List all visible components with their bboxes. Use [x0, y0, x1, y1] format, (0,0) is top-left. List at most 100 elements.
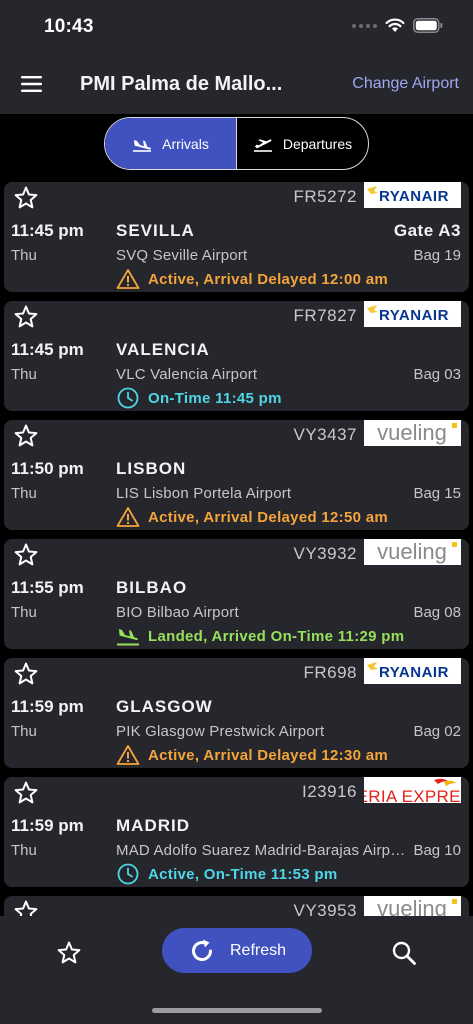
favorite-star-icon[interactable]	[13, 304, 39, 330]
baggage-belt: Bag 10	[413, 842, 461, 859]
refresh-label: Refresh	[229, 941, 287, 959]
favorite-star-icon[interactable]	[13, 185, 39, 211]
battery-icon	[413, 18, 443, 33]
signal-icon	[352, 23, 377, 28]
origin-airport: VLC Valencia Airport	[116, 366, 258, 383]
favorite-star-icon[interactable]	[13, 899, 39, 916]
flight-number: VY3953	[293, 901, 357, 916]
day: Thu	[11, 842, 37, 859]
flight-status-text: On-Time 11:45 pm	[148, 389, 282, 407]
flight-card[interactable]: FR698 RYANAIR 11:59 pm GLASGOW Thu PIK G…	[4, 658, 469, 768]
flight-number: FR5272	[293, 187, 357, 206]
warning-icon	[116, 269, 140, 289]
flight-card[interactable]: I23916 IBERIA EXPRESS 11:59 pm MADRID Th…	[4, 777, 469, 887]
origin-city: LISBON	[116, 459, 187, 478]
plane-arrival-icon	[133, 139, 152, 152]
airline-name: vueling	[377, 420, 447, 445]
warning-icon	[116, 745, 140, 765]
clock-icon	[117, 387, 139, 409]
clock-icon	[117, 863, 139, 885]
origin-airport: BIO Bilbao Airport	[116, 604, 239, 621]
flight-number: FR7827	[293, 306, 357, 325]
origin-airport: LIS Lisbon Portela Airport	[116, 485, 292, 502]
airline-name: RYANAIR	[379, 307, 449, 324]
airline-logo: vueling	[364, 420, 461, 446]
airline-logo: vueling	[364, 896, 461, 916]
airline-logo: IBERIA EXPRESS	[364, 777, 461, 803]
baggage-belt: Bag 03	[413, 366, 461, 383]
baggage-belt: Bag 02	[413, 723, 461, 740]
scheduled-time: 11:59 pm	[11, 816, 84, 835]
airline-logo: RYANAIR	[364, 301, 461, 327]
refresh-button[interactable]: Refresh	[162, 928, 312, 973]
favorite-star-icon[interactable]	[13, 542, 39, 568]
flight-card[interactable]: VY3953 vueling	[4, 896, 469, 916]
baggage-belt: Bag 19	[413, 247, 461, 264]
baggage-belt: Bag 15	[413, 485, 461, 502]
baggage-belt: Bag 08	[413, 604, 461, 621]
origin-city: VALENCIA	[116, 340, 210, 359]
flight-status-text: Landed, Arrived On-Time 11:29 pm	[148, 627, 405, 645]
day: Thu	[11, 366, 37, 383]
warning-icon	[116, 507, 140, 527]
flight-status: Active, Arrival Delayed 12:50 am	[116, 506, 388, 528]
airline-name: RYANAIR	[379, 664, 449, 681]
search-icon[interactable]	[391, 940, 417, 966]
origin-city: SEVILLA	[116, 221, 195, 240]
day: Thu	[11, 723, 37, 740]
flight-card[interactable]: VY3437 vueling 11:50 pm LISBON Thu LIS L…	[4, 420, 469, 530]
status-time: 10:43	[44, 16, 94, 37]
flight-status-text: Active, Arrival Delayed 12:00 am	[148, 270, 389, 288]
page-title: PMI Palma de Mallo...	[80, 73, 283, 95]
flight-number: I23916	[302, 782, 357, 801]
flight-number: VY3437	[293, 425, 357, 444]
flight-status: Active, Arrival Delayed 12:00 am	[116, 268, 388, 290]
tab-arrivals[interactable]: Arrivals	[105, 118, 236, 169]
plane-departure-icon	[253, 138, 272, 152]
gate: Gate A3	[393, 221, 461, 240]
day: Thu	[11, 485, 37, 502]
airline-logo: vueling	[364, 539, 461, 565]
favorite-star-icon[interactable]	[13, 423, 39, 449]
bottom-tab-bar: Refresh	[0, 916, 473, 1024]
airline-name: vueling	[377, 539, 447, 564]
arrivals-departures-toggle: Arrivals Departures	[104, 117, 369, 170]
flight-card[interactable]: FR7827 RYANAIR 11:45 pm VALENCIA Thu VLC…	[4, 301, 469, 411]
tab-arrivals-label: Arrivals	[162, 135, 209, 152]
favorite-star-icon[interactable]	[13, 661, 39, 687]
scheduled-time: 11:45 pm	[11, 221, 84, 240]
day: Thu	[11, 247, 37, 264]
flight-number: FR698	[303, 663, 357, 682]
airline-name: vueling	[377, 896, 447, 916]
flight-list[interactable]: FR5272 RYANAIR 11:45 pm SEVILLA Gate A3 …	[4, 180, 469, 916]
flight-status: Active, On-Time 11:53 pm	[116, 863, 338, 885]
tab-departures[interactable]: Departures	[236, 118, 368, 169]
origin-airport: SVQ Seville Airport	[116, 247, 248, 264]
home-indicator	[152, 1008, 322, 1013]
change-airport-button[interactable]: Change Airport	[352, 75, 459, 93]
flight-status: On-Time 11:45 pm	[116, 387, 282, 409]
origin-city: MADRID	[116, 816, 190, 835]
flight-card[interactable]: FR5272 RYANAIR 11:45 pm SEVILLA Gate A3 …	[4, 182, 469, 292]
status-icons	[352, 18, 443, 33]
favorites-star-icon[interactable]	[56, 940, 82, 966]
airline-logo: RYANAIR	[364, 182, 461, 208]
app-header: PMI Palma de Mallo... Change Airport	[0, 54, 473, 114]
scheduled-time: 11:45 pm	[11, 340, 84, 359]
origin-airport: PIK Glasgow Prestwick Airport	[116, 723, 325, 740]
airline-name: RYANAIR	[379, 188, 449, 205]
refresh-icon	[192, 939, 212, 961]
flight-status-text: Active, Arrival Delayed 12:50 am	[148, 508, 389, 526]
flight-card[interactable]: VY3932 vueling 11:55 pm BILBAO Thu BIO B…	[4, 539, 469, 649]
scheduled-time: 11:50 pm	[11, 459, 84, 478]
flight-status-text: Active, Arrival Delayed 12:30 am	[148, 746, 389, 764]
menu-icon[interactable]	[20, 72, 44, 96]
tab-departures-label: Departures	[282, 135, 353, 152]
favorite-star-icon[interactable]	[13, 780, 39, 806]
wifi-icon	[385, 18, 405, 32]
origin-airport: MAD Adolfo Suarez Madrid-Barajas Airport	[116, 842, 408, 859]
origin-city: BILBAO	[116, 578, 188, 597]
plane-landed-icon	[117, 629, 139, 646]
flight-status: Landed, Arrived On-Time 11:29 pm	[116, 625, 404, 647]
scheduled-time: 11:55 pm	[11, 578, 84, 597]
